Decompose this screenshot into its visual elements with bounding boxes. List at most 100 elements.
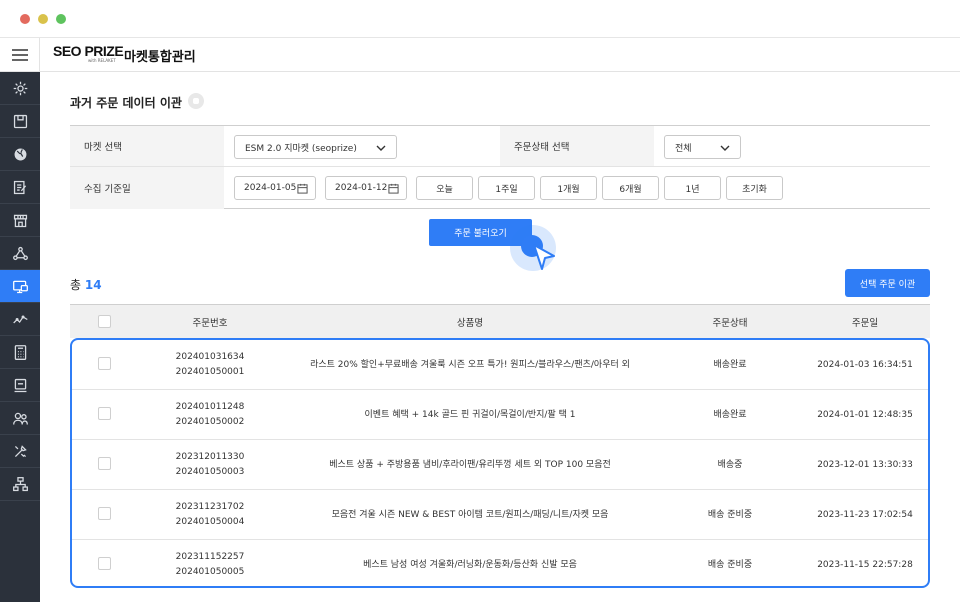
sidebar-item-posts[interactable] [0, 171, 40, 204]
row-checkbox[interactable] [98, 457, 111, 470]
date-to-input[interactable]: 2024-01-12 [325, 176, 407, 200]
order-status-cell: 배송완료 [713, 409, 747, 420]
order-number-cell: 202312011330 202401050003 [150, 440, 270, 490]
sidebar-item-devices[interactable] [0, 369, 40, 402]
sidebar [0, 72, 40, 602]
calendar-icon [297, 183, 308, 194]
help-icon[interactable] [188, 93, 204, 109]
order-date-cell: 2023-11-15 22:57:28 [817, 559, 913, 570]
window-titlebar [0, 0, 960, 38]
transfer-selected-button[interactable]: 선택 주문 이관 [845, 269, 930, 297]
order-number-cell: 202401011248 202401050002 [150, 390, 270, 440]
order-number-new: 202401050005 [175, 567, 245, 577]
order-number: 202401011248 [175, 402, 245, 412]
app-window: SEO PRIZE with RELAKET 마켓통합관리 과거 주문 데이터 … [0, 0, 960, 602]
order-status-cell: 배송 준비중 [707, 559, 753, 570]
order-status-cell: 배송완료 [713, 359, 747, 370]
header-order-date: 주문일 [851, 318, 879, 329]
table-header: 주문번호 상품명 주문상태 주문일 [70, 304, 930, 338]
filter-row-market: 마켓 선택 ESM 2.0 지마켓 (seoprize) 주문상태 선택 전체 [70, 126, 930, 167]
order-number: 202311152257 [175, 552, 245, 562]
order-status-cell: 배송중 [717, 459, 743, 470]
market-select[interactable]: ESM 2.0 지마켓 (seoprize) [234, 135, 397, 159]
sidebar-item-tools[interactable] [0, 435, 40, 468]
table-row[interactable]: 202312011330 202401050003 베스트 상품 + 주방용품 … [72, 440, 928, 490]
page-title: 과거 주문 데이터 이관 [70, 96, 182, 110]
order-number: 202311231702 [175, 502, 245, 512]
sidebar-item-products[interactable] [0, 105, 40, 138]
filter-row-date: 수집 기준일 2024-01-05 2024-01-12 오늘 1주일 1개월 … [70, 167, 930, 209]
quick-1week-button[interactable]: 1주일 [478, 176, 535, 200]
order-number-new: 202401050002 [175, 417, 245, 427]
calculator-icon [14, 344, 26, 360]
date-to-value: 2024-01-12 [335, 183, 388, 193]
select-all-checkbox[interactable] [98, 315, 111, 328]
status-select-value: 전체 [675, 143, 692, 154]
brand-logo: SEO PRIZE [53, 43, 124, 59]
sidebar-item-settings[interactable] [0, 72, 40, 105]
product-name-cell: 베스트 남성 여성 겨울화/러닝화/운동화/등산화 신발 모음 [363, 559, 577, 570]
laptop-icon [14, 378, 26, 392]
menu-toggle-icon[interactable] [0, 38, 40, 72]
quick-1month-button[interactable]: 1개월 [540, 176, 597, 200]
order-number-cell: 202401031634 202401050001 [150, 340, 270, 390]
order-number-new: 202401050003 [175, 467, 245, 477]
order-status-cell: 배송 준비중 [707, 509, 753, 520]
sidebar-item-network[interactable] [0, 237, 40, 270]
order-date-cell: 2024-01-01 12:48:35 [817, 409, 913, 420]
monitor-transfer-icon [12, 280, 28, 293]
total-count: 총 14 [70, 276, 102, 293]
header-order-status: 주문상태 [712, 318, 748, 329]
filter-panel: 마켓 선택 ESM 2.0 지마켓 (seoprize) 주문상태 선택 전체 … [70, 125, 930, 209]
sidebar-item-organization[interactable] [0, 468, 40, 501]
product-name-cell: 모음전 겨울 시즌 NEW & BEST 아이템 코트/원피스/패딩/니트/자켓… [331, 509, 609, 520]
date-label: 수집 기준일 [70, 167, 224, 209]
market-select-value: ESM 2.0 지마켓 (seoprize) [245, 143, 357, 154]
row-checkbox[interactable] [98, 407, 111, 420]
status-select[interactable]: 전체 [664, 135, 741, 159]
row-checkbox[interactable] [98, 357, 111, 370]
brand-logo-sub: with RELAKET [88, 58, 116, 63]
sidebar-item-order-transfer[interactable] [0, 270, 40, 303]
box-icon [13, 114, 27, 128]
order-number-new: 202401050004 [175, 517, 245, 527]
quick-today-button[interactable]: 오늘 [416, 176, 473, 200]
table-row[interactable]: 202401031634 202401050001 라스트 20% 할인+무료배… [72, 340, 928, 390]
status-label: 주문상태 선택 [500, 126, 654, 166]
quick-6months-button[interactable]: 6개월 [602, 176, 659, 200]
date-from-value: 2024-01-05 [244, 183, 297, 193]
header-order-number: 주문번호 [192, 318, 228, 329]
total-label: 총 [70, 278, 82, 292]
row-checkbox[interactable] [98, 557, 111, 570]
cursor-arrow-icon [533, 244, 555, 270]
gear-icon [13, 81, 27, 95]
users-icon [12, 412, 28, 424]
date-from-input[interactable]: 2024-01-05 [234, 176, 316, 200]
sidebar-item-store[interactable] [0, 204, 40, 237]
order-date-cell: 2023-11-23 17:02:54 [817, 509, 913, 520]
order-number-cell: 202311231702 202401050004 [150, 490, 270, 540]
network-icon [12, 246, 28, 260]
table-row[interactable]: 202401011248 202401050002 이벤트 혜택 + 14k 골… [72, 390, 928, 440]
table-row[interactable]: 202311152257 202401050005 베스트 남성 여성 겨울화/… [72, 540, 928, 586]
calendar-icon [388, 183, 399, 194]
maximize-window-button[interactable] [56, 14, 66, 24]
hierarchy-icon [12, 476, 28, 491]
quick-1year-button[interactable]: 1년 [664, 176, 721, 200]
order-number-new: 202401050001 [175, 367, 245, 377]
row-checkbox[interactable] [98, 507, 111, 520]
order-table-body: 202401031634 202401050001 라스트 20% 할인+무료배… [70, 338, 930, 588]
table-row[interactable]: 202311231702 202401050004 모음전 겨울 시즌 NEW … [72, 490, 928, 540]
main-content: 과거 주문 데이터 이관 마켓 선택 ESM 2.0 지마켓 (seoprize… [40, 72, 960, 602]
sidebar-item-global[interactable] [0, 138, 40, 171]
sidebar-item-members[interactable] [0, 402, 40, 435]
trend-line-icon [12, 314, 28, 323]
store-icon [13, 214, 27, 227]
minimize-window-button[interactable] [38, 14, 48, 24]
reset-button[interactable]: 초기화 [726, 176, 783, 200]
sidebar-item-settlement[interactable] [0, 336, 40, 369]
order-number: 202401031634 [175, 352, 245, 362]
sidebar-item-analytics[interactable] [0, 303, 40, 336]
close-window-button[interactable] [20, 14, 30, 24]
app-title: 마켓통합관리 [124, 50, 196, 65]
